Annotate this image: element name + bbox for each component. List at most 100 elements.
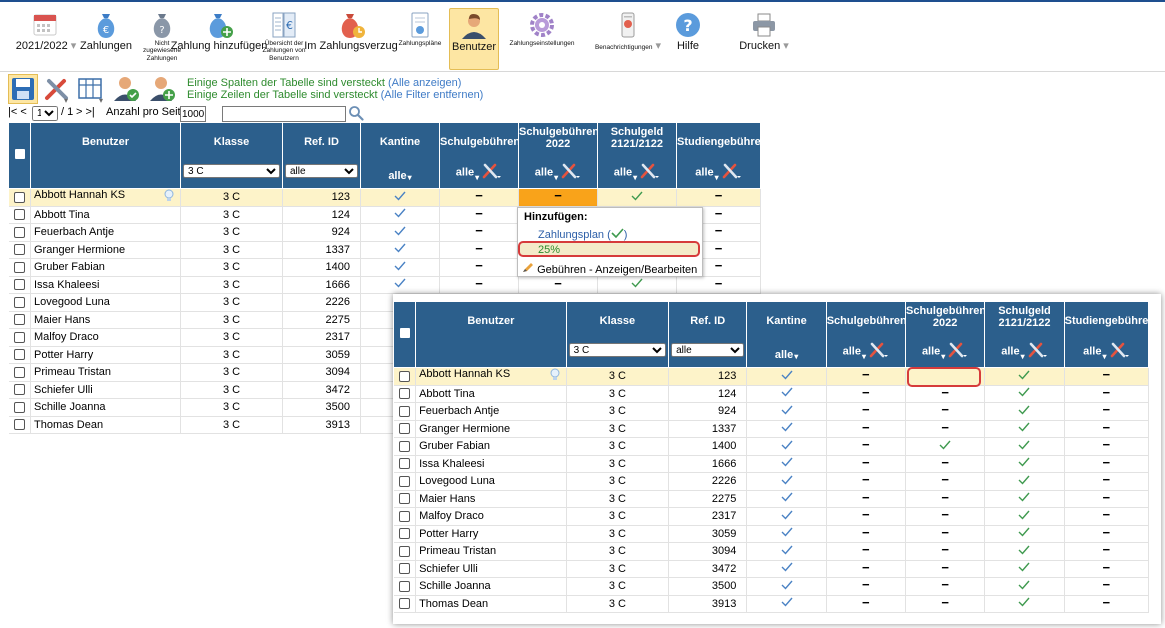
- schulgebuehren-2022-cell[interactable]: −: [905, 507, 986, 526]
- lightbulb-icon[interactable]: [164, 189, 174, 205]
- row-checkbox[interactable]: [13, 314, 25, 326]
- studiengebuehren-cell[interactable]: −: [1064, 525, 1150, 543]
- row-checkbox[interactable]: [13, 279, 25, 291]
- user-name[interactable]: Abbott Hannah KS: [30, 188, 181, 207]
- schulgeld-cell[interactable]: [984, 367, 1065, 386]
- kantine-cell[interactable]: [746, 385, 827, 403]
- row-checkbox[interactable]: [13, 349, 25, 361]
- user-name[interactable]: Schille Joanna: [30, 398, 181, 417]
- schulgebuehren-cell[interactable]: −: [826, 490, 907, 508]
- row-checkbox[interactable]: [398, 598, 410, 610]
- schulgeld-cell[interactable]: [984, 385, 1065, 403]
- tools-icon[interactable]: [561, 163, 581, 182]
- schulgebuehren-cell[interactable]: −: [826, 472, 907, 491]
- kantine-cell[interactable]: [746, 367, 827, 386]
- studiengebuehren-cell[interactable]: −: [1064, 577, 1150, 596]
- studiengebuehren-cell[interactable]: −: [676, 188, 761, 207]
- user-name[interactable]: Lovegood Luna: [415, 472, 567, 491]
- studiengebuehren-cell[interactable]: −: [1064, 420, 1150, 438]
- toolbar-item-11[interactable]: Drucken: [739, 8, 786, 70]
- studiengebuehren-cell[interactable]: −: [1064, 542, 1150, 561]
- select-all-checkbox[interactable]: [14, 149, 25, 159]
- table-row[interactable]: Malfoy Draco 3 C 2317 − − −: [393, 507, 1150, 526]
- table-row[interactable]: Maier Hans 3 C 2275 − − −: [393, 490, 1150, 508]
- kantine-cell[interactable]: [746, 577, 827, 596]
- table-row[interactable]: Abbott Hannah KS3 C123−25%−: [393, 367, 1150, 386]
- toolbar-item-2[interactable]: ? Nicht zugewiesene Zahlungen: [139, 8, 185, 70]
- table-row[interactable]: Issa Khaleesi 3 C 1666 − − −: [8, 276, 761, 294]
- schulgebuehren-2022-cell[interactable]: −: [905, 420, 986, 438]
- schulgeld-cell[interactable]: [984, 595, 1065, 613]
- toolbar-item-8[interactable]: Zahlungseinstellungen: [503, 8, 581, 70]
- kantine-cell[interactable]: [746, 507, 827, 526]
- tools-icon[interactable]: [1110, 342, 1130, 361]
- studiengebuehren-cell[interactable]: −: [1064, 385, 1150, 403]
- studiengebuehren-cell[interactable]: −: [1064, 437, 1150, 456]
- header-studiengebuehren-filter[interactable]: alle▾: [677, 163, 760, 182]
- schulgeld-cell[interactable]: [984, 490, 1065, 508]
- kantine-cell[interactable]: [746, 437, 827, 456]
- row-checkbox[interactable]: [398, 458, 410, 470]
- studiengebuehren-cell[interactable]: −: [1064, 472, 1150, 491]
- user-name[interactable]: Schille Joanna: [415, 577, 567, 596]
- kantine-cell[interactable]: [360, 206, 440, 224]
- user-name[interactable]: Lovegood Luna: [30, 293, 181, 312]
- tools-icon[interactable]: ▾: [42, 74, 72, 105]
- schulgebuehren-cell[interactable]: −: [826, 437, 907, 456]
- schulgebuehren-cell[interactable]: −: [439, 276, 519, 294]
- schulgebuehren-cell[interactable]: −: [826, 385, 907, 403]
- row-checkbox[interactable]: [13, 401, 25, 413]
- row-checkbox[interactable]: [13, 366, 25, 378]
- user-name[interactable]: Primeau Tristan: [415, 542, 567, 561]
- schulgebuehren-2022-cell[interactable]: −: [905, 525, 986, 543]
- header-class-filter[interactable]: 3 C: [183, 164, 280, 178]
- schulgebuehren-2022-cell[interactable]: [905, 437, 986, 456]
- user-name[interactable]: Maier Hans: [415, 490, 567, 508]
- user-name[interactable]: Schiefer Ulli: [415, 560, 567, 578]
- toolbar-item-7[interactable]: Benutzer: [449, 8, 499, 70]
- tools-icon[interactable]: [640, 163, 660, 182]
- select-all-checkbox[interactable]: [399, 328, 410, 338]
- schulgebuehren-cell[interactable]: −: [439, 258, 519, 277]
- schulgeld-cell[interactable]: [984, 577, 1065, 596]
- tools-icon[interactable]: [948, 342, 968, 361]
- show-all-link[interactable]: (Alle anzeigen): [388, 77, 461, 89]
- table-row[interactable]: Feuerbach Antje 3 C924 − − −: [393, 402, 1150, 421]
- save-icon[interactable]: [8, 74, 38, 104]
- header-class-filter[interactable]: 3 C: [568, 343, 667, 357]
- schulgebuehren-2022-cell[interactable]: −: [905, 542, 986, 561]
- kantine-cell[interactable]: [360, 276, 440, 294]
- schulgebuehren-2022-cell[interactable]: −: [905, 577, 986, 596]
- table-row[interactable]: Lovegood Luna 3 C 2226 − − −: [393, 472, 1150, 491]
- user-check-icon[interactable]: [112, 74, 142, 104]
- row-checkbox[interactable]: [13, 331, 25, 343]
- user-name[interactable]: Feuerbach Antje: [30, 223, 181, 242]
- tools-icon[interactable]: [482, 163, 502, 182]
- schulgeld-cell[interactable]: [984, 472, 1065, 491]
- tools-icon[interactable]: [869, 342, 889, 361]
- schulgebuehren-cell[interactable]: −: [826, 420, 907, 438]
- schulgebuehren-cell[interactable]: −: [826, 455, 907, 473]
- schulgebuehren-2022-cell[interactable]: −: [905, 595, 986, 613]
- user-name[interactable]: Gruber Fabian: [415, 437, 567, 456]
- kantine-cell[interactable]: [746, 542, 827, 561]
- schulgeld-cell[interactable]: [984, 525, 1065, 543]
- table-row[interactable]: Abbott Hannah KS 3 C 123 − − −: [8, 188, 761, 207]
- user-name[interactable]: Malfoy Draco: [415, 507, 567, 526]
- row-checkbox[interactable]: [13, 296, 25, 308]
- studiengebuehren-cell[interactable]: −: [1064, 595, 1150, 613]
- schulgeld-cell[interactable]: [597, 188, 677, 207]
- row-checkbox[interactable]: [398, 528, 410, 540]
- toolbar-item-9[interactable]: Benachrichtigungen: [586, 8, 670, 70]
- tools-icon[interactable]: [1028, 342, 1048, 361]
- user-name[interactable]: Granger Hermione: [415, 420, 567, 438]
- kantine-cell[interactable]: [746, 455, 827, 473]
- user-name[interactable]: Thomas Dean: [30, 416, 181, 434]
- kantine-cell[interactable]: [746, 595, 827, 613]
- kantine-cell[interactable]: [360, 223, 440, 242]
- schulgebuehren-cell[interactable]: −: [439, 241, 519, 259]
- user-name[interactable]: Issa Khaleesi: [30, 276, 181, 294]
- schulgebuehren-2022-cell[interactable]: −: [905, 385, 986, 403]
- schulgebuehren-cell[interactable]: −: [826, 507, 907, 526]
- schulgebuehren-cell[interactable]: −: [826, 560, 907, 578]
